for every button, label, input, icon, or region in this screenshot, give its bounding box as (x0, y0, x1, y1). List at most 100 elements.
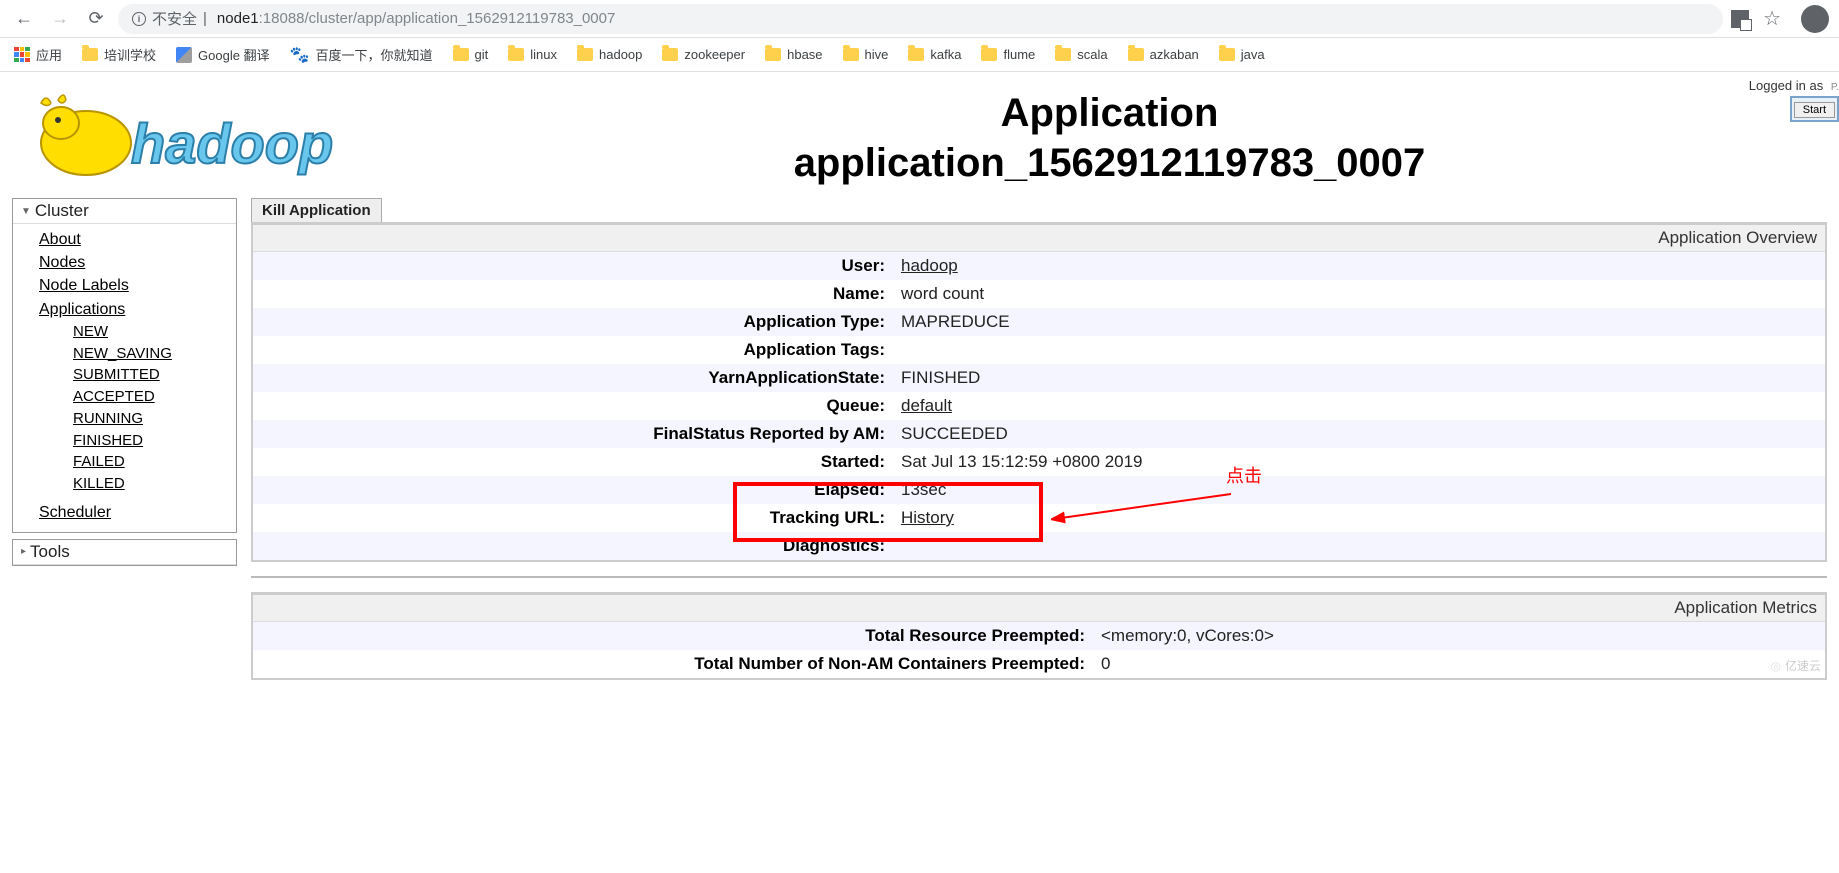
row-value: Sat Jul 13 15:12:59 +0800 2019 (893, 448, 1825, 476)
folder-icon (508, 48, 524, 61)
row-value: 13sec (893, 476, 1825, 504)
row-key: Name: (253, 280, 893, 308)
bookmark-label: scala (1077, 47, 1107, 62)
cluster-nav-box: ▼ Cluster About Nodes Node Labels Applic… (12, 198, 237, 533)
row-link[interactable]: History (901, 508, 954, 527)
overview-box: Application Overview User:hadoopName:wor… (251, 222, 1827, 562)
table-row: Started:Sat Jul 13 15:12:59 +0800 2019 (253, 448, 1825, 476)
nav-about[interactable]: About (39, 228, 236, 251)
nav-applications[interactable]: Applications (39, 298, 236, 321)
nav-node-labels[interactable]: Node Labels (39, 274, 236, 297)
folder-icon (1055, 48, 1071, 61)
bookmark-hbase[interactable]: hbase (765, 47, 822, 62)
back-button[interactable]: ← (10, 5, 38, 33)
table-row: FinalStatus Reported by AM:SUCCEEDED (253, 420, 1825, 448)
row-key: FinalStatus Reported by AM: (253, 420, 893, 448)
row-key: Total Number of Non-AM Containers Preemp… (253, 650, 1093, 678)
bookmark-label: git (475, 47, 489, 62)
tools-nav-head[interactable]: ▸ Tools (13, 540, 236, 565)
bookmark-label: 培训学校 (104, 45, 156, 64)
login-info: Logged in as P. (1749, 78, 1839, 93)
url-text: node1:18088/cluster/app/application_1562… (217, 10, 615, 27)
bookmark-hive[interactable]: hive (843, 47, 889, 62)
start-button[interactable]: Start (1794, 102, 1835, 118)
folder-icon (765, 48, 781, 61)
hadoop-logo[interactable]: hadoop (16, 88, 396, 188)
folder-icon (1128, 48, 1144, 61)
table-row: YarnApplicationState:FINISHED (253, 364, 1825, 392)
row-key: Queue: (253, 392, 893, 420)
nav-state-submitted[interactable]: SUBMITTED (73, 364, 236, 386)
bookmark-label: 百度一下，你就知道 (316, 45, 433, 64)
table-row: Diagnostics: (253, 532, 1825, 560)
caret-right-icon: ▸ (21, 546, 26, 557)
nav-scheduler[interactable]: Scheduler (39, 501, 236, 524)
folder-icon (1219, 48, 1235, 61)
nav-state-killed[interactable]: KILLED (73, 473, 236, 495)
folder-icon (843, 48, 859, 61)
bookmark-flume[interactable]: flume (981, 47, 1035, 62)
bookmark-label: flume (1003, 47, 1035, 62)
bookmark-label: hive (865, 47, 889, 62)
bookmark-label: Google 翻译 (198, 45, 270, 64)
translate-icon[interactable] (1731, 10, 1749, 28)
nav-state-failed[interactable]: FAILED (73, 451, 236, 473)
security-indicator[interactable]: i 不安全 | (132, 8, 207, 29)
bookmark-培训学校[interactable]: 培训学校 (82, 45, 156, 64)
apps-shortcut[interactable]: 应用 (14, 45, 62, 64)
row-value: FINISHED (893, 364, 1825, 392)
bookmark-linux[interactable]: linux (508, 47, 557, 62)
bookmark-zookeeper[interactable]: zookeeper (662, 47, 745, 62)
table-row: Tracking URL:History (253, 504, 1825, 532)
nav-state-running[interactable]: RUNNING (73, 408, 236, 430)
row-link[interactable]: hadoop (901, 256, 958, 275)
svg-text:hadoop: hadoop (131, 112, 333, 175)
row-key: Elapsed: (253, 476, 893, 504)
table-row: Total Number of Non-AM Containers Preemp… (253, 650, 1825, 678)
cluster-nav-head[interactable]: ▼ Cluster (13, 199, 236, 224)
bookmark-hadoop[interactable]: hadoop (577, 47, 642, 62)
page-title: Applicationapplication_1562912119783_000… (396, 88, 1823, 188)
table-row: Queue: default (253, 392, 1825, 420)
row-value: default (893, 392, 1825, 420)
reload-button[interactable]: ⟳ (82, 5, 110, 33)
bookmark-kafka[interactable]: kafka (908, 47, 961, 62)
nav-state-finished[interactable]: FINISHED (73, 430, 236, 452)
nav-state-new[interactable]: NEW (73, 321, 236, 343)
metrics-table: Total Resource Preempted:<memory:0, vCor… (253, 622, 1825, 678)
table-row: Elapsed:13sec (253, 476, 1825, 504)
profile-avatar[interactable] (1801, 5, 1829, 33)
start-button-box: Start (1790, 96, 1839, 122)
baidu-icon: 🐾 (290, 45, 310, 65)
metrics-box: Application Metrics Total Resource Preem… (251, 592, 1827, 680)
nav-nodes[interactable]: Nodes (39, 251, 236, 274)
overview-section-title: Application Overview (253, 225, 1825, 252)
folder-icon (577, 48, 593, 61)
folder-icon (908, 48, 924, 61)
nav-state-new_saving[interactable]: NEW_SAVING (73, 343, 236, 365)
folder-icon (981, 48, 997, 61)
address-bar[interactable]: i 不安全 | node1:18088/cluster/app/applicat… (118, 4, 1723, 34)
folder-icon (82, 48, 98, 61)
row-key: Application Type: (253, 308, 893, 336)
bookmark-java[interactable]: java (1219, 47, 1265, 62)
bookmark-label: java (1241, 47, 1265, 62)
bookmark-scala[interactable]: scala (1055, 47, 1107, 62)
bookmark-Google 翻译[interactable]: Google 翻译 (176, 45, 270, 64)
bookmark-百度一下，你就知道[interactable]: 🐾 百度一下，你就知道 (290, 45, 433, 65)
nav-state-accepted[interactable]: ACCEPTED (73, 386, 236, 408)
row-key: Total Resource Preempted: (253, 622, 1093, 650)
row-value: word count (893, 280, 1825, 308)
kill-application-tab[interactable]: Kill Application (251, 198, 382, 222)
row-value: <memory:0, vCores:0> (1093, 622, 1825, 650)
table-row: Name:word count (253, 280, 1825, 308)
table-row: Application Type:MAPREDUCE (253, 308, 1825, 336)
row-link[interactable]: default (901, 396, 952, 415)
bookmark-azkaban[interactable]: azkaban (1128, 47, 1199, 62)
info-icon: i (132, 12, 146, 26)
forward-button[interactable]: → (46, 5, 74, 33)
bookmark-git[interactable]: git (453, 47, 489, 62)
row-value: hadoop (893, 252, 1825, 280)
bookmark-star-icon[interactable]: ☆ (1763, 6, 1781, 31)
bookmark-label: hbase (787, 47, 822, 62)
